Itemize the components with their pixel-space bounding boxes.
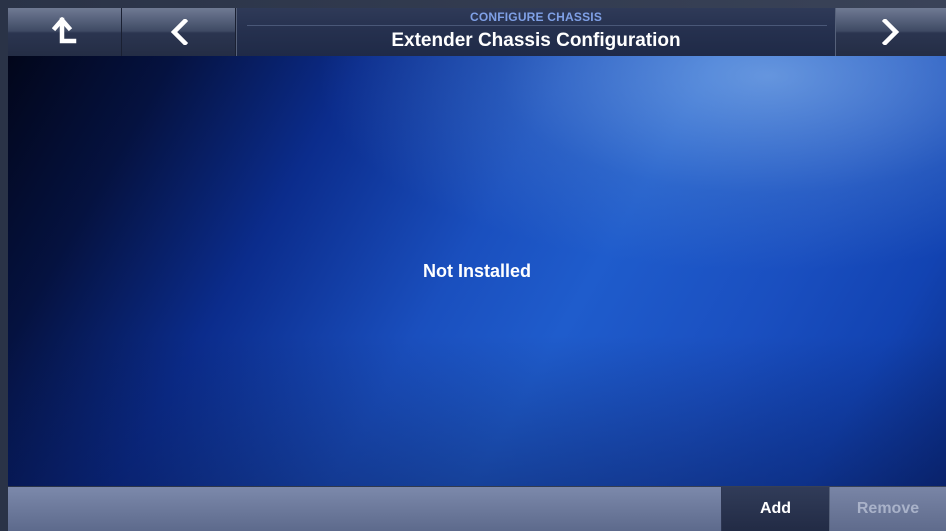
up-button[interactable] — [8, 8, 122, 56]
next-button[interactable] — [836, 8, 946, 56]
title-divider — [247, 25, 827, 26]
header-bar: CONFIGURE CHASSIS Extender Chassis Confi… — [8, 8, 946, 56]
status-label: Not Installed — [422, 261, 531, 281]
page-subtitle: CONFIGURE CHASSIS — [469, 10, 603, 24]
footer-bar: Add Remove — [8, 487, 946, 531]
remove-button[interactable]: Remove — [830, 487, 946, 531]
chevron-left-icon — [170, 19, 188, 45]
add-button[interactable]: Add — [722, 487, 830, 531]
title-block: CONFIGURE CHASSIS Extender Chassis Confi… — [236, 8, 836, 56]
up-arrow-icon — [51, 17, 78, 47]
footer-spacer — [8, 487, 722, 531]
chevron-right-icon — [882, 19, 900, 45]
back-button[interactable] — [122, 8, 236, 56]
page-title: Extender Chassis Configuration — [391, 30, 681, 51]
content-area: Not Installed — [8, 56, 946, 486]
screen: CONFIGURE CHASSIS Extender Chassis Confi… — [0, 0, 946, 531]
